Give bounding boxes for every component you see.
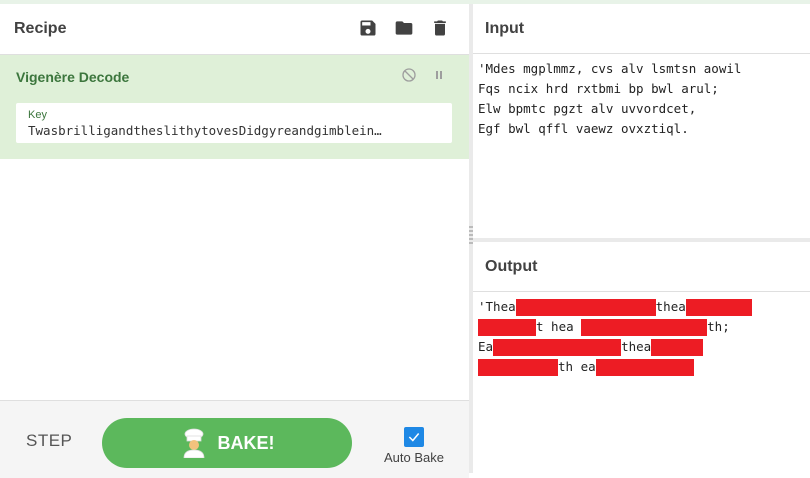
input-line: Fqs ncix hrd rxtbmi bp bwl arul; bbox=[478, 81, 719, 96]
input-line: Elw bpmtc pgzt alv uvvordcet, bbox=[478, 101, 697, 116]
auto-bake-label: Auto Bake bbox=[384, 450, 444, 465]
operation-title: Vigenère Decode bbox=[16, 69, 130, 85]
step-button[interactable]: STEP bbox=[26, 431, 72, 451]
output-line: th ea bbox=[478, 357, 805, 377]
redaction-block bbox=[651, 339, 704, 356]
output-line: 'Thea thea bbox=[478, 297, 805, 317]
output-text-segment: Ea bbox=[478, 339, 494, 354]
trash-icon[interactable] bbox=[429, 17, 451, 39]
input-pane: Input 'Mdes mgplmmz, cvs alv lsmtsn aowi… bbox=[473, 4, 810, 238]
input-line: 'Mdes mgplmmz, cvs alv lsmtsn aowil bbox=[478, 61, 742, 76]
operation-actions bbox=[401, 67, 447, 88]
output-text-segment: t hea bbox=[536, 319, 582, 334]
output-text-segment: th; bbox=[707, 319, 730, 334]
output-pane: Output 'Thea thea t hea th; Ea thea th ea bbox=[473, 242, 810, 473]
output-text-segment: thea bbox=[655, 299, 686, 314]
redaction-block bbox=[595, 359, 694, 376]
redaction-block bbox=[478, 319, 536, 336]
output-line: Ea thea bbox=[478, 337, 805, 357]
redaction-block bbox=[478, 359, 558, 376]
output-text-segment: 'Thea bbox=[478, 299, 516, 314]
redaction-block bbox=[581, 319, 708, 336]
output-text-segment: th ea bbox=[558, 359, 596, 374]
output-header: Output bbox=[473, 242, 810, 292]
input-line: Egf bwl qffl vaewz ovxztiql. bbox=[478, 121, 689, 136]
input-header: Input bbox=[473, 4, 810, 54]
redaction-block bbox=[685, 299, 752, 316]
chef-icon bbox=[180, 428, 208, 459]
folder-icon[interactable] bbox=[393, 17, 415, 39]
output-title: Output bbox=[485, 257, 538, 275]
pause-icon[interactable] bbox=[431, 67, 447, 88]
redaction-block bbox=[493, 339, 622, 356]
key-field[interactable]: Key TwasbrilligandtheslithytovesDidgyrea… bbox=[16, 103, 452, 143]
operation-vigenere-decode[interactable]: Vigenère Decode Key Twasbrilligandthesli… bbox=[0, 55, 469, 159]
input-textarea[interactable]: 'Mdes mgplmmz, cvs alv lsmtsn aowil Fqs n… bbox=[473, 54, 810, 144]
disable-icon[interactable] bbox=[401, 67, 417, 88]
redaction-block bbox=[515, 299, 656, 316]
key-input[interactable]: TwasbrilligandtheslithytovesDidgyreandgi… bbox=[28, 123, 446, 138]
auto-bake-checkbox[interactable] bbox=[404, 427, 424, 447]
save-icon[interactable] bbox=[357, 17, 379, 39]
input-title: Input bbox=[485, 19, 525, 37]
recipe-actions bbox=[357, 17, 451, 39]
output-textarea[interactable]: 'Thea thea t hea th; Ea thea th ea bbox=[473, 292, 810, 382]
bake-controls: STEP BAKE! Auto Bake bbox=[0, 400, 469, 478]
output-text-segment: thea bbox=[621, 339, 652, 354]
bake-label: BAKE! bbox=[217, 432, 275, 453]
auto-bake-toggle[interactable]: Auto Bake bbox=[382, 427, 446, 465]
recipe-title: Recipe bbox=[14, 20, 67, 37]
key-label: Key bbox=[28, 109, 47, 121]
recipe-pane: Recipe Vigenère Decode Key Twasbrilligan… bbox=[0, 4, 470, 478]
output-line: t hea th; bbox=[478, 317, 805, 337]
recipe-header: Recipe bbox=[0, 4, 469, 55]
bake-button[interactable]: BAKE! bbox=[102, 418, 352, 468]
